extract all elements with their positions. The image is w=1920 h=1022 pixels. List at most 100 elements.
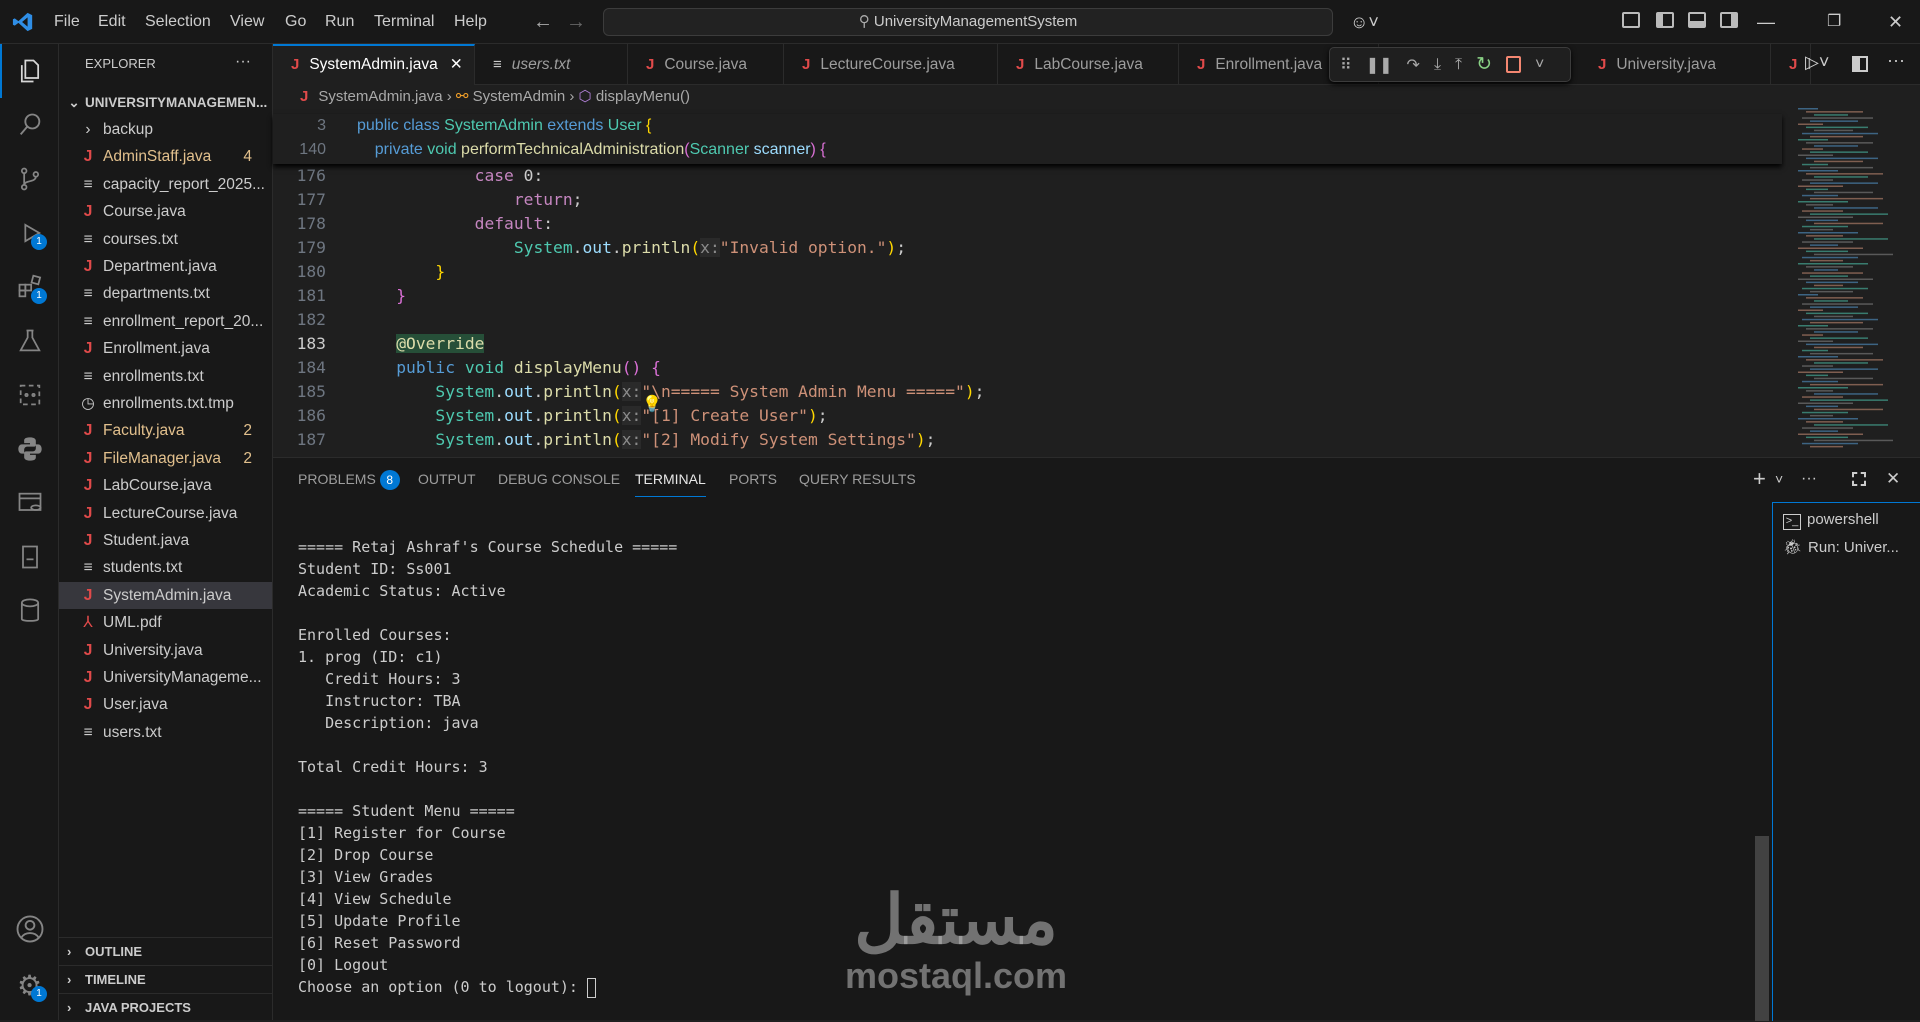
file-item[interactable]: J LectureCourse.java [59, 500, 272, 527]
terminal-item-run[interactable]: 🐞︎ Run: Univer... [1783, 534, 1899, 562]
code-token: scanner [753, 141, 811, 158]
menu-edit[interactable]: Edit [98, 0, 126, 44]
copilot-icon[interactable]: ☺˅ [1350, 0, 1379, 44]
python-icon[interactable] [0, 422, 59, 476]
tab-labcourse-java[interactable]: J LabCourse.java [998, 44, 1179, 85]
file-item[interactable]: › backup [59, 116, 272, 143]
workspace-root[interactable]: ⌄ UNIVERSITYMANAGEMEN... [59, 89, 272, 116]
pause-icon[interactable]: ❚❚ [1366, 55, 1393, 75]
file-item[interactable]: ◷ enrollments.txt.tmp [59, 390, 272, 417]
file-item[interactable]: ≡ students.txt [59, 554, 272, 581]
minimize-icon[interactable]: — [1757, 0, 1775, 44]
tab-systemadmin-java[interactable]: J SystemAdmin.java ✕ [273, 44, 475, 85]
minimap[interactable] [1790, 108, 1905, 457]
step-over-icon[interactable]: ↷ [1407, 55, 1420, 75]
customize-layout-icon[interactable] [1622, 12, 1640, 28]
chevron-down-icon[interactable]: ˅ [1775, 458, 1783, 500]
file-item[interactable]: ≡ users.txt [59, 719, 272, 746]
menu-run[interactable]: Run [325, 0, 354, 44]
file-item[interactable]: J Faculty.java 2 [59, 417, 272, 444]
tab-course-java[interactable]: J Course.java [628, 44, 784, 85]
remote-explorer-icon[interactable] [0, 368, 59, 422]
step-into-icon[interactable]: ⤓ [1434, 56, 1441, 74]
explorer-icon[interactable] [0, 44, 59, 98]
new-terminal-icon[interactable]: + [1753, 458, 1766, 500]
more-actions-icon[interactable]: ··· [1887, 50, 1905, 71]
tab-university-java[interactable]: J University.java [1580, 44, 1771, 85]
chevron-down-icon[interactable]: ˅ [1535, 56, 1544, 74]
menu-file[interactable]: File [54, 0, 80, 44]
file-item[interactable]: ≡ enrollment_report_20... [59, 308, 272, 335]
restart-icon[interactable]: ↻ [1476, 53, 1492, 76]
code-token: Scanner [689, 141, 754, 158]
database-icon[interactable] [0, 584, 59, 638]
file-item[interactable]: J User.java [59, 691, 272, 718]
tab-output[interactable]: OUTPUT [418, 458, 476, 500]
file-item[interactable]: J SystemAdmin.java [59, 581, 272, 609]
command-center-search[interactable]: ⚲ UniversityManagementSystem [603, 8, 1333, 36]
file-item[interactable]: ≡ capacity_report_2025... [59, 171, 272, 198]
file-item[interactable]: J LabCourse.java [59, 472, 272, 499]
menu-help[interactable]: Help [454, 0, 487, 44]
toggle-panel-icon[interactable] [1688, 12, 1706, 28]
file-item[interactable]: J FileManager.java 2 [59, 445, 272, 472]
java-projects-section[interactable]: › JAVA PROJECTS [59, 993, 272, 1021]
terminal-output[interactable]: ===== Retaj Ashraf's Course Schedule ===… [298, 536, 677, 998]
search-icon[interactable] [0, 98, 59, 152]
file-item[interactable]: ≡ courses.txt [59, 226, 272, 253]
file-item[interactable]: J Course.java [59, 198, 272, 225]
split-editor-icon[interactable] [1852, 56, 1868, 72]
timeline-section[interactable]: › TIMELINE [59, 965, 272, 993]
breadcrumb-class[interactable]: SystemAdmin [473, 88, 566, 105]
testing-icon[interactable] [0, 314, 59, 368]
stop-icon[interactable] [1506, 56, 1522, 73]
close-tab-icon[interactable]: ✕ [450, 56, 463, 73]
file-item[interactable]: J Enrollment.java [59, 335, 272, 362]
database-explorer-icon[interactable] [0, 476, 59, 530]
tab-query-results[interactable]: QUERY RESULTS [799, 458, 916, 500]
more-actions-icon[interactable]: ··· [235, 44, 251, 84]
toggle-secondary-sidebar-icon[interactable] [1720, 12, 1738, 28]
run-debug-icon[interactable]: 1 [0, 206, 59, 260]
settings-gear-icon[interactable]: ⚙ 1 [0, 958, 59, 1012]
source-control-icon[interactable] [0, 152, 59, 206]
drag-handle-icon[interactable]: ⠿ [1340, 55, 1352, 75]
menu-view[interactable]: View [230, 0, 264, 44]
menu-selection[interactable]: Selection [145, 0, 211, 44]
terminal-item-powershell[interactable]: >_ powershell [1783, 506, 1879, 534]
outline-section[interactable]: › OUTLINE [59, 937, 272, 965]
account-icon[interactable] [0, 902, 59, 956]
tab-debug-console[interactable]: DEBUG CONSOLE [498, 458, 620, 500]
tab-users-txt[interactable]: ≡ users.txt [475, 44, 628, 85]
tab-terminal[interactable]: TERMINAL [635, 461, 706, 497]
close-panel-icon[interactable]: ✕ [1886, 458, 1900, 500]
run-icon[interactable]: ▷˅ [1805, 52, 1829, 73]
file-item[interactable]: J Student.java [59, 527, 272, 554]
breadcrumb-file[interactable]: SystemAdmin.java [318, 88, 442, 105]
file-item[interactable]: ≡ departments.txt [59, 280, 272, 307]
tab-problems[interactable]: PROBLEMS 8 [298, 458, 400, 500]
restore-icon[interactable]: ❐ [1827, 0, 1841, 44]
file-item[interactable]: J AdminStaff.java 4 [59, 143, 272, 170]
forward-arrow-icon[interactable]: → [566, 0, 586, 44]
terminal-prompt[interactable]: Choose an option (0 to logout): [298, 976, 677, 998]
step-out-icon[interactable]: ⤒ [1455, 56, 1462, 74]
maximize-panel-icon[interactable] [1852, 472, 1866, 486]
file-item[interactable]: ⅄ UML.pdf [59, 609, 272, 636]
book-icon[interactable] [0, 530, 59, 584]
file-item[interactable]: J University.java [59, 637, 272, 664]
breadcrumb-method[interactable]: displayMenu() [596, 88, 690, 105]
menu-go[interactable]: Go [285, 0, 306, 44]
file-item[interactable]: J Department.java [59, 253, 272, 280]
tab-lecturecourse-java[interactable]: J LectureCourse.java [784, 44, 998, 85]
more-actions-icon[interactable]: ··· [1801, 458, 1817, 500]
back-arrow-icon[interactable]: ← [533, 0, 553, 44]
file-item[interactable]: J UniversityManageme... [59, 664, 272, 691]
close-window-icon[interactable]: ✕ [1888, 0, 1903, 44]
toggle-sidebar-icon[interactable] [1656, 12, 1674, 28]
menu-terminal[interactable]: Terminal [374, 0, 434, 44]
tab-ports[interactable]: PORTS [729, 458, 777, 500]
extensions-icon[interactable]: 1 [0, 260, 59, 314]
file-item[interactable]: ≡ enrollments.txt [59, 363, 272, 390]
terminal-scrollbar[interactable] [1755, 836, 1769, 1021]
